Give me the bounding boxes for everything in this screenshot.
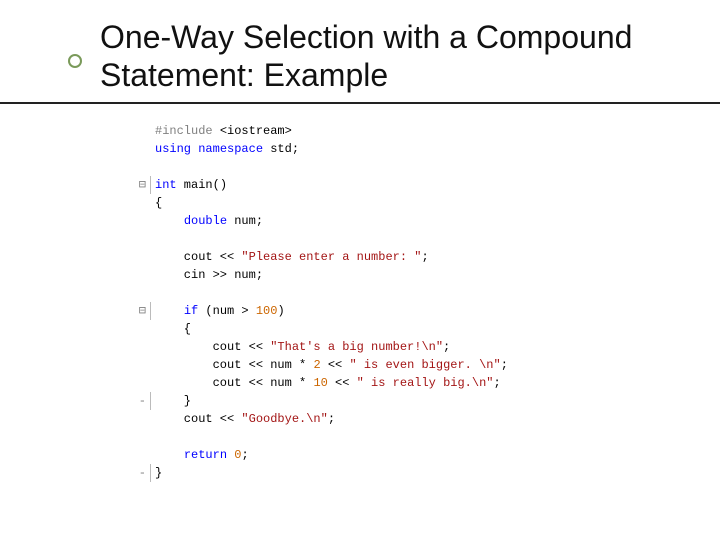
code-line: double num; — [130, 212, 508, 230]
code-text: int main() — [155, 178, 227, 192]
code-block: #include <iostream> using namespace std; ⊟… — [130, 122, 508, 482]
slide: One-Way Selection with a Compound Statem… — [0, 0, 720, 540]
code-line: cout << "That's a big number!\n"; — [130, 338, 508, 356]
code-text: cout << "Please enter a number: "; — [155, 250, 429, 264]
code-line — [130, 428, 508, 446]
code-text: if (num > 100) — [155, 304, 285, 318]
gutter: - — [130, 464, 151, 482]
code-line: { — [130, 320, 508, 338]
code-text: cout << "Goodbye.\n"; — [155, 412, 335, 426]
slide-title: One-Way Selection with a Compound Statem… — [100, 18, 680, 95]
code-line — [130, 230, 508, 248]
code-text: #include <iostream> — [155, 124, 292, 138]
gutter: ⊟ — [130, 302, 151, 320]
code-line: { — [130, 194, 508, 212]
code-line — [130, 284, 508, 302]
code-text: { — [155, 322, 191, 336]
code-text: using namespace std; — [155, 142, 299, 156]
code-line: cout << "Goodbye.\n"; — [130, 410, 508, 428]
code-line: cout << num * 2 << " is even bigger. \n"… — [130, 356, 508, 374]
code-text: cout << num * 2 << " is even bigger. \n"… — [155, 358, 508, 372]
code-text: cin >> num; — [155, 268, 263, 282]
code-line: return 0; — [130, 446, 508, 464]
code-text: cout << "That's a big number!\n"; — [155, 340, 450, 354]
code-line: using namespace std; — [130, 140, 508, 158]
code-line: cout << num * 10 << " is really big.\n"; — [130, 374, 508, 392]
code-text: } — [155, 466, 162, 480]
gutter: - — [130, 392, 151, 410]
code-line: cin >> num; — [130, 266, 508, 284]
bullet-icon — [68, 54, 82, 68]
code-text: { — [155, 196, 162, 210]
title-underline — [0, 102, 720, 104]
code-line — [130, 158, 508, 176]
gutter: ⊟ — [130, 176, 151, 194]
code-line: cout << "Please enter a number: "; — [130, 248, 508, 266]
code-text: return 0; — [155, 448, 249, 462]
code-line: ⊟ int main() — [130, 176, 508, 194]
code-text: double num; — [155, 214, 263, 228]
code-line: - } — [130, 392, 508, 410]
code-text: } — [155, 394, 191, 408]
code-line: -} — [130, 464, 508, 482]
code-line: #include <iostream> — [130, 122, 508, 140]
code-line: ⊟ if (num > 100) — [130, 302, 508, 320]
code-text: cout << num * 10 << " is really big.\n"; — [155, 376, 501, 390]
